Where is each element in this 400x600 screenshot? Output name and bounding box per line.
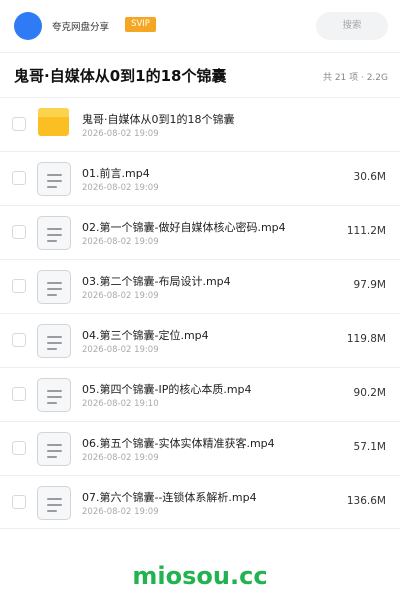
file-date: 2026-08-02 19:09 [82, 237, 159, 247]
file-name: 07.第六个锦囊--连锁体系解析.mp4 [82, 491, 257, 504]
file-name: 01.前言.mp4 [82, 167, 150, 180]
document-icon [37, 378, 71, 412]
list-item[interactable]: 04.第三个锦囊-定位.mp4 2026-08-02 19:09 119.8M [0, 313, 400, 367]
file-date: 2026-08-02 19:09 [82, 345, 159, 355]
checkbox[interactable] [12, 441, 26, 455]
file-name: 06.第五个锦囊-实体实体精准获客.mp4 [82, 437, 275, 450]
document-icon [37, 270, 71, 304]
document-icon [37, 162, 71, 196]
file-name: 05.第四个锦囊-IP的核心本质.mp4 [82, 383, 252, 396]
file-date: 2026-08-02 19:09 [82, 453, 159, 463]
checkbox[interactable] [12, 279, 26, 293]
file-date: 2026-08-02 19:10 [82, 399, 159, 409]
folder-title: 鬼哥·自媒体从0到1的18个锦囊 [14, 67, 227, 85]
file-date: 2026-08-02 19:09 [82, 291, 159, 301]
list-item[interactable]: 01.前言.mp4 2026-08-02 19:09 30.6M [0, 151, 400, 205]
document-icon [37, 486, 71, 520]
document-icon [37, 432, 71, 466]
file-size: 111.2M [346, 225, 386, 237]
list-item[interactable]: 05.第四个锦囊-IP的核心本质.mp4 2026-08-02 19:10 90… [0, 367, 400, 421]
document-icon [37, 216, 71, 250]
file-date: 2026-08-02 19:09 [82, 507, 159, 517]
checkbox[interactable] [12, 333, 26, 347]
checkbox[interactable] [12, 495, 26, 509]
file-name: 02.第一个锦囊-做好自媒体核心密码.mp4 [82, 221, 286, 234]
list-item[interactable]: 02.第一个锦囊-做好自媒体核心密码.mp4 2026-08-02 19:09 … [0, 205, 400, 259]
file-size: 57.1M [353, 441, 386, 453]
file-size: 97.9M [353, 279, 386, 291]
list-item[interactable]: 06.第五个锦囊-实体实体精准获客.mp4 2026-08-02 19:09 5… [0, 421, 400, 475]
watermark: miosou.cc [132, 562, 268, 590]
checkbox[interactable] [12, 117, 26, 131]
share-header: 夸克网盘分享 SVIP 搜索 [0, 0, 400, 52]
folder-icon [38, 108, 69, 136]
file-date: 2026-08-02 19:09 [82, 183, 159, 193]
file-name: 03.第二个锦囊-布局设计.mp4 [82, 275, 231, 288]
file-list: 鬼哥·自媒体从0到1的18个锦囊 2026-08-02 19:09 01.前言.… [0, 97, 400, 529]
file-size: 119.8M [346, 333, 386, 345]
list-item[interactable]: 03.第二个锦囊-布局设计.mp4 2026-08-02 19:09 97.9M [0, 259, 400, 313]
file-name: 鬼哥·自媒体从0到1的18个锦囊 [82, 113, 235, 126]
avatar[interactable] [14, 12, 42, 40]
list-item[interactable]: 07.第六个锦囊--连锁体系解析.mp4 2026-08-02 19:09 13… [0, 475, 400, 529]
checkbox[interactable] [12, 225, 26, 239]
share-user-name: 夸克网盘分享 [52, 22, 110, 33]
file-name: 04.第三个锦囊-定位.mp4 [82, 329, 209, 342]
folder-meta: 共 21 项 · 2.2G [322, 73, 388, 83]
file-size: 90.2M [353, 387, 386, 399]
file-size: 30.6M [353, 171, 386, 183]
checkbox[interactable] [12, 387, 26, 401]
svip-badge: SVIP [125, 17, 156, 32]
file-size: 136.6M [346, 495, 386, 507]
checkbox[interactable] [12, 171, 26, 185]
search-button[interactable]: 搜索 [316, 12, 388, 40]
folder-title-row: 鬼哥·自媒体从0到1的18个锦囊 共 21 项 · 2.2G [0, 53, 400, 97]
file-date: 2026-08-02 19:09 [82, 129, 159, 139]
list-item[interactable]: 鬼哥·自媒体从0到1的18个锦囊 2026-08-02 19:09 [0, 97, 400, 151]
document-icon [37, 324, 71, 358]
